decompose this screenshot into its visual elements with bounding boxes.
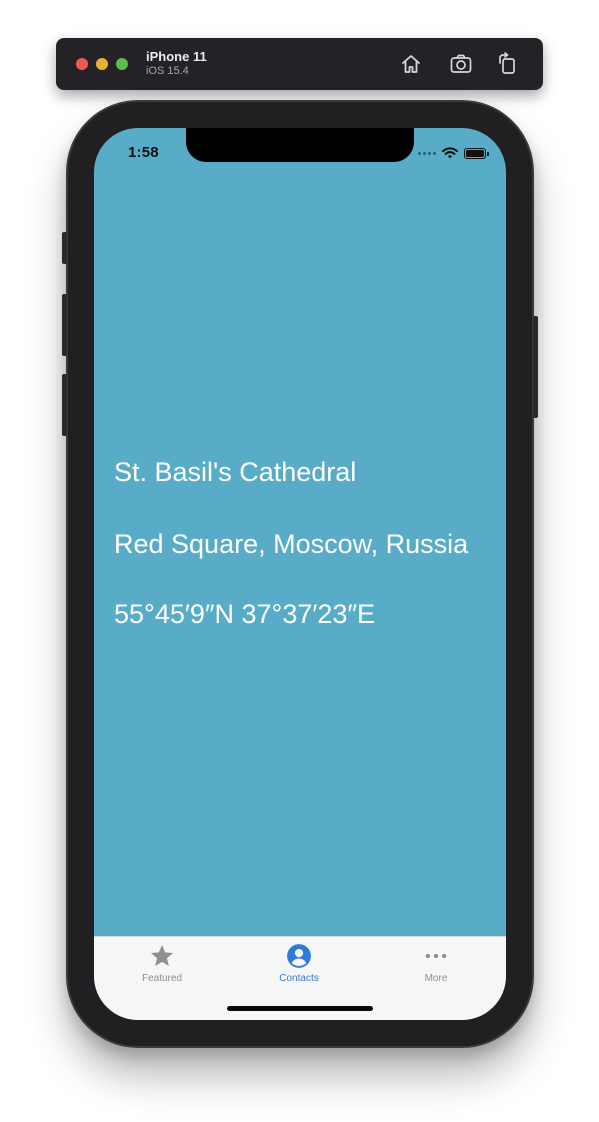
tab-featured[interactable]: Featured: [112, 943, 212, 989]
person-circle-icon: [287, 944, 311, 968]
volume-up-button: [62, 294, 67, 356]
simulator-stage: iPhone 11 iOS 15.4 1:58 St. Basil's Cath…: [0, 0, 599, 1122]
power-button: [533, 316, 538, 418]
simulator-title-bar: iPhone 11 iOS 15.4: [56, 38, 543, 90]
wifi-icon: [442, 147, 458, 159]
camera-icon: [450, 54, 472, 73]
home-icon: [402, 55, 420, 73]
tab-bar: Featured Contacts More: [94, 936, 506, 1020]
app-screen: 1:58 St. Basil's Cathedral Red Square, M…: [94, 128, 506, 1020]
rotate-icon: [499, 52, 515, 74]
minimize-window-button[interactable]: [96, 58, 108, 70]
tab-featured-label: Featured: [141, 973, 183, 984]
close-window-button[interactable]: [76, 58, 88, 70]
tab-more[interactable]: More: [386, 943, 486, 989]
status-time: 1:58: [128, 144, 159, 161]
rotate-button[interactable]: [495, 52, 519, 76]
place-name: St. Basil's Cathedral: [114, 457, 357, 487]
zoom-window-button[interactable]: [116, 58, 128, 70]
tab-contacts[interactable]: Contacts: [249, 943, 349, 989]
star-icon: [150, 944, 174, 966]
cellular-signal-icon: [418, 151, 436, 155]
place-coordinates: 55°45′9″N 37°37′23″E: [114, 599, 376, 629]
tab-more-label: More: [424, 973, 448, 984]
status-indicators: [418, 146, 489, 160]
notch: [186, 128, 414, 162]
home-button[interactable]: [399, 52, 423, 76]
action-switch: [62, 232, 67, 264]
home-indicator[interactable]: [227, 1006, 373, 1011]
screenshot-button[interactable]: [449, 52, 473, 76]
place-location: Red Square, Moscow, Russia: [114, 529, 469, 559]
os-version: iOS 15.4: [146, 65, 189, 77]
tab-contacts-label: Contacts: [279, 973, 319, 984]
device-name: iPhone 11: [146, 49, 207, 64]
battery-icon: [464, 147, 489, 159]
volume-down-button: [62, 374, 67, 436]
ellipsis-icon: [425, 953, 447, 959]
